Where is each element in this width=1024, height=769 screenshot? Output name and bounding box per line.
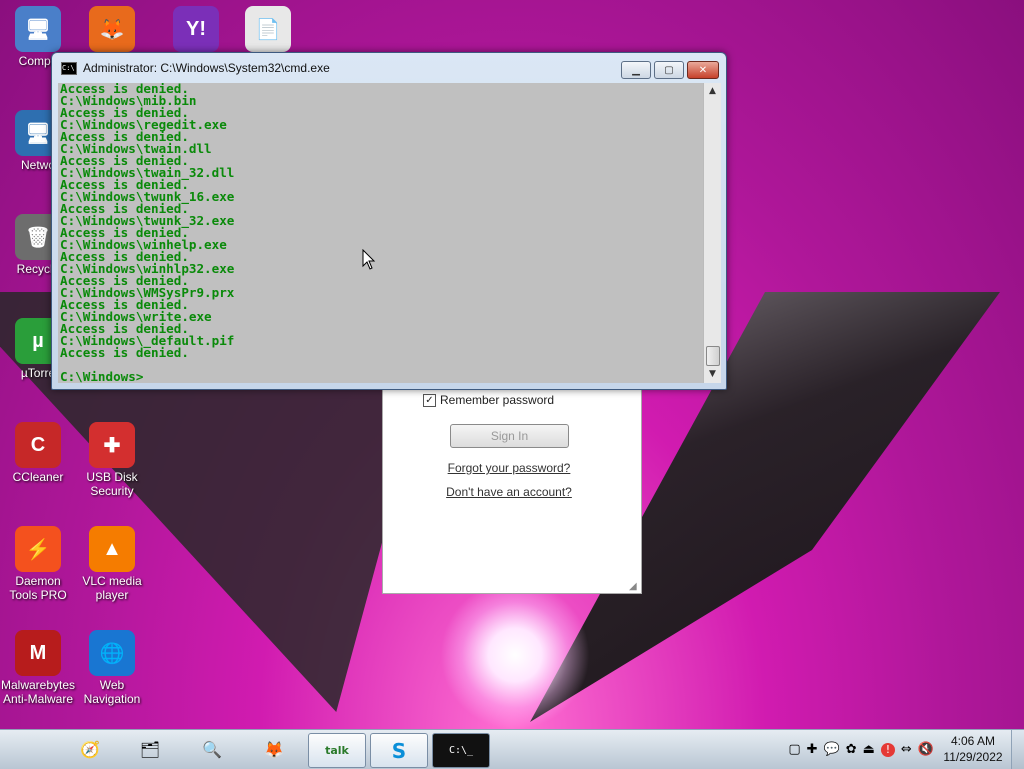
forgot-password-link[interactable]: Forgot your password? [383, 461, 635, 475]
cmd-window[interactable]: C:\ Administrator: C:\Windows\System32\c… [51, 52, 727, 390]
desktop-icon-webnav[interactable]: 🌐 Web Navigation [70, 630, 154, 706]
desktop-icon-document[interactable]: 📄 [226, 6, 310, 54]
desktop-icon-usbdisk[interactable]: ✚ USB Disk Security [70, 422, 154, 498]
desktop-icon-malwarebytes[interactable]: M Malwarebytes Anti-Malware [0, 630, 80, 706]
flower-icon[interactable]: ✿ [846, 742, 857, 757]
yahoo-icon: Y! [173, 6, 219, 52]
sign-in-button[interactable]: Sign In [450, 424, 569, 448]
taskbar-gtalk-button[interactable]: talk [308, 733, 366, 768]
desktop-icon-firefox[interactable]: 🦊 [70, 6, 154, 54]
malwarebytes-icon: M [15, 630, 61, 676]
remember-password-checkbox[interactable]: ✓ [423, 393, 436, 407]
webnav-icon: 🌐 [89, 630, 135, 676]
desktop-icon-label-line2: Anti-Malware [2, 692, 74, 706]
gtalk-icon: talk [325, 744, 349, 757]
taskbar-cmd-button[interactable]: C:\_ [432, 733, 490, 768]
maximize-button[interactable]: ▢ [654, 61, 684, 79]
desktop-icon-daemon[interactable]: ⚡ Daemon Tools PRO [0, 526, 80, 602]
skype-icon: S [391, 738, 407, 763]
shield-icon[interactable]: ✚ [807, 742, 818, 757]
daemon-icon: ⚡ [15, 526, 61, 572]
desktop-icon-label-line2: Tools PRO [9, 588, 67, 602]
search-icon: 🔍 [202, 740, 222, 759]
vlc-icon: ▲ [89, 526, 135, 572]
clock[interactable]: 4:06 AM 11/29/2022 [938, 733, 1008, 765]
show-desktop-button[interactable] [1011, 730, 1024, 769]
taskbar-safari-button[interactable]: 🧭 [62, 733, 118, 766]
tray-app-icon[interactable]: ▢ [788, 742, 800, 757]
scroll-up-arrow-icon[interactable]: ▲ [704, 83, 721, 100]
taskbar-firefox-button[interactable]: 🦊 [246, 733, 302, 766]
taskbar: 🧭 🗂 🔍 🦊 talk S C:\_ ▢ ✚ 💬 ✿ ⏏! ⇔ 🔇 4:06 AM 11/29/202… [0, 729, 1024, 769]
desktop-icon-label: VLC media [82, 574, 142, 588]
taskbar-explorer-button[interactable]: 🗂 [122, 733, 178, 766]
remember-password-label: Remember password [440, 393, 555, 407]
clock-time: 4:06 AM [950, 734, 996, 748]
system-tray: ▢ ✚ 💬 ✿ ⏏! ⇔ 🔇 [788, 730, 934, 769]
desktop[interactable]: 🖥Compu🦊Y!📄🖥Netwo🗑RecycleµµTorreSoftCCCle… [0, 0, 1024, 729]
desktop-icon-label: Daemon [15, 574, 61, 588]
desktop-icon-label-line2: Security [90, 484, 134, 498]
safari-icon: 🧭 [80, 740, 100, 759]
mouse-cursor-icon [362, 249, 376, 270]
console-line: Access is denied. [60, 345, 189, 360]
cmd-window-title: Administrator: C:\Windows\System32\cmd.e… [83, 61, 330, 75]
chat-icon[interactable]: 💬 [824, 742, 840, 757]
explorer-icon: 🗂 [139, 740, 161, 759]
taskbar-apple-button[interactable] [6, 733, 62, 766]
desktop-icon-label: Web [99, 678, 125, 692]
minimize-button[interactable]: ▁ [621, 61, 651, 79]
usbdisk-icon: ✚ [89, 422, 135, 468]
desktop-icon-label-line2: Navigation [83, 692, 141, 706]
taskbar-skype-button[interactable]: S [370, 733, 428, 768]
resize-grip-icon[interactable]: ◢ [629, 581, 639, 592]
wallpaper-glow [440, 580, 590, 729]
cmd-title-icon: C:\ [61, 61, 77, 75]
volume-muted-icon[interactable]: 🔇 [918, 742, 934, 757]
firefox-icon: 🦊 [89, 6, 135, 52]
desktop-icon-label: Malwarebytes [0, 678, 76, 692]
taskbar-search-button[interactable]: 🔍 [184, 733, 240, 766]
network-icon[interactable]: ⇔ [901, 742, 912, 757]
console-line: C:\Windows> [60, 369, 144, 383]
create-account-link[interactable]: Don't have an account? [383, 485, 635, 499]
ccleaner-icon: C [15, 422, 61, 468]
desktop-icon-ccleaner[interactable]: C CCleaner [0, 422, 80, 484]
close-button[interactable]: ✕ [687, 61, 719, 79]
scroll-down-arrow-icon[interactable]: ▼ [704, 366, 721, 383]
alert-icon[interactable]: ! [880, 742, 895, 757]
scrollbar-thumb[interactable] [706, 346, 720, 366]
desktop-icon-label: CCleaner [12, 470, 64, 484]
desktop-icon-label-line2: player [95, 588, 129, 602]
desktop-icon-label: USB Disk [86, 470, 138, 484]
console-scrollbar[interactable]: ▲ ▼ [703, 83, 721, 383]
console-output[interactable]: Access is denied. C:\Windows\mib.bin Acces… [58, 83, 703, 383]
document-icon: 📄 [245, 6, 291, 52]
computer-icon: 🖥 [15, 6, 61, 52]
login-dialog: ✓ Remember password Sign In Forgot your … [382, 380, 642, 594]
firefox-icon: 🦊 [264, 740, 284, 759]
remember-password-row[interactable]: ✓ Remember password [423, 393, 554, 407]
eject-icon[interactable]: ⏏ [863, 742, 875, 757]
desktop-icon-vlc[interactable]: ▲ VLC media player [70, 526, 154, 602]
cmd-icon: C:\_ [448, 745, 474, 756]
clock-date: 11/29/2022 [943, 750, 1003, 764]
